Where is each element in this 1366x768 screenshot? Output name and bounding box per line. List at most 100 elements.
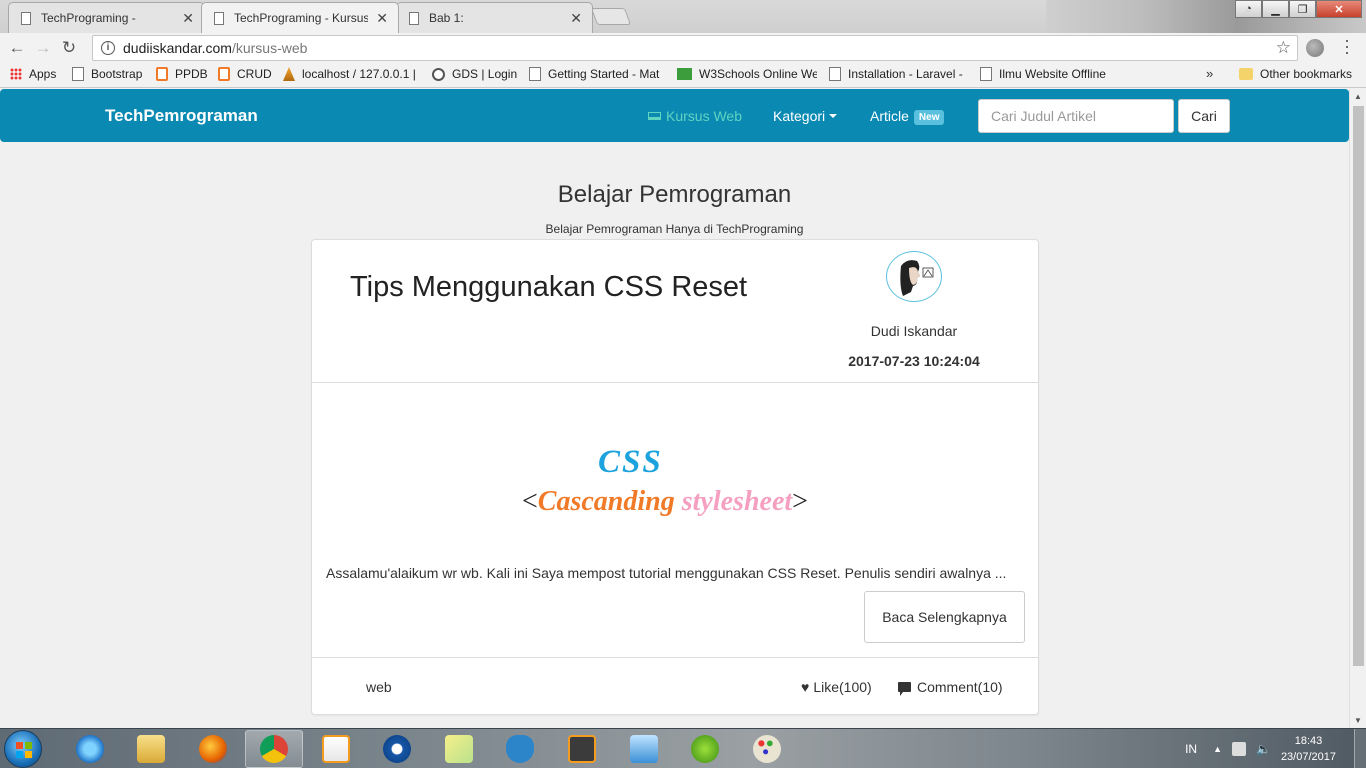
tab-title: TechPrograming -	[41, 11, 136, 25]
page-scrollbar[interactable]: ▲ ▼	[1349, 89, 1366, 728]
clock-date: 23/07/2017	[1280, 751, 1336, 763]
extension-icon[interactable]	[1306, 39, 1324, 57]
windows-taskbar: IN ▲ 🔈 18:43 23/07/2017	[0, 728, 1366, 768]
bookmark-w3schools[interactable]: W3Schools Online We	[677, 67, 817, 81]
post-date: 2017-07-23 10:24:04	[848, 353, 980, 369]
xampp-icon	[156, 67, 168, 81]
bookmark-apps[interactable]: Apps	[10, 67, 66, 81]
browser-tab-3[interactable]: Bab 1: ✕	[396, 2, 593, 33]
bookmark-bootstrap[interactable]: Bootstrap	[72, 67, 148, 81]
nav-article[interactable]: Article New	[870, 108, 945, 125]
tab-title: TechPrograming - Kursus	[234, 11, 369, 25]
menu-icon[interactable]: · · ·	[1342, 31, 1352, 61]
search-button[interactable]: Cari	[1178, 99, 1230, 133]
hero-word-cascanding: Cascanding	[537, 486, 675, 517]
media-player-icon[interactable]	[307, 730, 365, 768]
bookmark-ppdb[interactable]: PPDB	[156, 67, 212, 81]
author-name[interactable]: Dudi Iskandar	[860, 323, 968, 339]
network-icon[interactable]	[1231, 742, 1246, 756]
w3schools-icon	[677, 68, 692, 80]
scroll-down-icon[interactable]: ▼	[1354, 716, 1362, 725]
bookmark-label: Other bookmarks	[1260, 67, 1353, 81]
scroll-up-icon[interactable]: ▲	[1354, 92, 1362, 101]
apps-grid-icon	[10, 68, 22, 80]
page-icon	[214, 11, 224, 25]
bookmark-gds[interactable]: GDS | Login	[432, 67, 520, 81]
read-more-button[interactable]: Baca Selengkapnya	[864, 591, 1025, 643]
close-window-button[interactable]: ✕	[1316, 0, 1362, 18]
info-icon[interactable]: i	[101, 41, 115, 55]
laptop-icon	[648, 112, 661, 120]
hotspot-shield-icon[interactable]	[676, 730, 734, 768]
other-bookmarks[interactable]: Other bookmarks	[1239, 67, 1359, 81]
bookmarks-overflow-button[interactable]: »	[1206, 66, 1213, 81]
chrome-icon[interactable]	[245, 730, 303, 768]
url-path: /kursus-web	[231, 40, 308, 56]
sublime-text-icon[interactable]	[553, 730, 611, 768]
search-input[interactable]	[978, 99, 1174, 133]
nav-kategori-dropdown[interactable]: Kategori	[773, 108, 838, 124]
windows-logo-icon	[16, 742, 32, 758]
bookmark-ilmu-website[interactable]: Ilmu Website Offline	[980, 67, 1116, 81]
page-viewport: TechPemrograman Kursus Web Kategori Arti…	[0, 89, 1366, 728]
reload-icon[interactable]: ↻	[56, 38, 82, 58]
like-button[interactable]: ♥ Like(100)	[801, 679, 872, 695]
browser-tab-1[interactable]: TechPrograming - ✕	[8, 2, 205, 33]
hero-open-bracket: <	[522, 486, 538, 517]
paint-icon[interactable]	[738, 730, 796, 768]
article-title[interactable]: Tips Menggunakan CSS Reset	[350, 271, 747, 304]
tab-strip: TechPrograming - ✕ TechPrograming - Kurs…	[0, 0, 1366, 33]
address-bar[interactable]: i dudiiskandar.com/kursus-web ☆	[92, 35, 1298, 61]
restore-button[interactable]: ❐	[1289, 0, 1316, 18]
author-avatar	[886, 251, 942, 302]
comment-button[interactable]: Comment(10)	[898, 679, 1003, 696]
user-icon[interactable]: ◔	[1235, 0, 1262, 18]
article-card: Tips Menggunakan CSS Reset Dudi Iskandar…	[311, 239, 1039, 715]
control-panel-icon[interactable]	[615, 730, 673, 768]
sticky-notes-icon[interactable]	[430, 730, 488, 768]
phpmyadmin-icon	[283, 67, 295, 81]
bookmark-label: CRUD	[237, 67, 272, 81]
file-explorer-icon[interactable]	[122, 730, 180, 768]
bookmark-star-icon[interactable]: ☆	[1276, 38, 1291, 58]
minimize-button[interactable]: ▁	[1262, 0, 1289, 18]
browser-tab-2[interactable]: TechPrograming - Kursus ✕	[201, 2, 399, 33]
heart-icon: ♥	[801, 679, 810, 695]
bookmark-label: Ilmu Website Offline	[999, 67, 1106, 81]
bookmark-getting-started[interactable]: Getting Started - Mat	[529, 67, 665, 81]
page-subtitle: Belajar Pemrograman Hanya di TechProgram…	[545, 222, 804, 236]
show-desktop-button[interactable]	[1354, 729, 1366, 768]
bookmark-label: Apps	[29, 67, 57, 81]
article-hero-image: CSS <Cascanding stylesheet>	[512, 440, 842, 530]
forward-icon[interactable]: →	[30, 38, 56, 58]
internet-explorer-icon[interactable]	[61, 730, 119, 768]
start-button[interactable]	[4, 730, 42, 768]
back-icon[interactable]: ←	[4, 38, 30, 58]
bookmark-crud[interactable]: CRUD	[218, 67, 274, 81]
author-portrait-icon	[900, 260, 934, 296]
bookmark-installation-laravel[interactable]: Installation - Laravel -	[829, 67, 965, 81]
hero-css-word: CSS	[598, 444, 663, 480]
evernote-icon[interactable]	[491, 730, 549, 768]
bookmark-localhost[interactable]: localhost / 127.0.0.1 |	[283, 67, 419, 81]
ccleaner-icon[interactable]	[368, 730, 426, 768]
divider	[312, 657, 1038, 658]
divider	[312, 382, 1038, 383]
like-count: Like(100)	[813, 679, 872, 695]
scrollbar-thumb[interactable]	[1353, 106, 1364, 666]
site-brand[interactable]: TechPemrograman	[105, 106, 258, 126]
close-icon[interactable]: ✕	[376, 10, 388, 27]
firefox-icon[interactable]	[184, 730, 242, 768]
hero-tagline: <Cascanding stylesheet>	[522, 486, 808, 518]
xampp-icon	[218, 67, 230, 81]
bookmark-label: localhost / 127.0.0.1 |	[302, 67, 416, 81]
close-icon[interactable]: ✕	[570, 10, 582, 27]
language-indicator[interactable]: IN	[1185, 742, 1197, 756]
close-icon[interactable]: ✕	[182, 10, 194, 27]
new-tab-button[interactable]	[590, 8, 632, 25]
article-tag[interactable]: web	[366, 679, 392, 695]
tray-expand-icon[interactable]: ▲	[1213, 744, 1222, 754]
nav-kursus-web[interactable]: Kursus Web	[648, 108, 742, 124]
volume-icon[interactable]: 🔈	[1256, 742, 1271, 756]
clock[interactable]: 18:43 23/07/2017	[1281, 733, 1336, 765]
